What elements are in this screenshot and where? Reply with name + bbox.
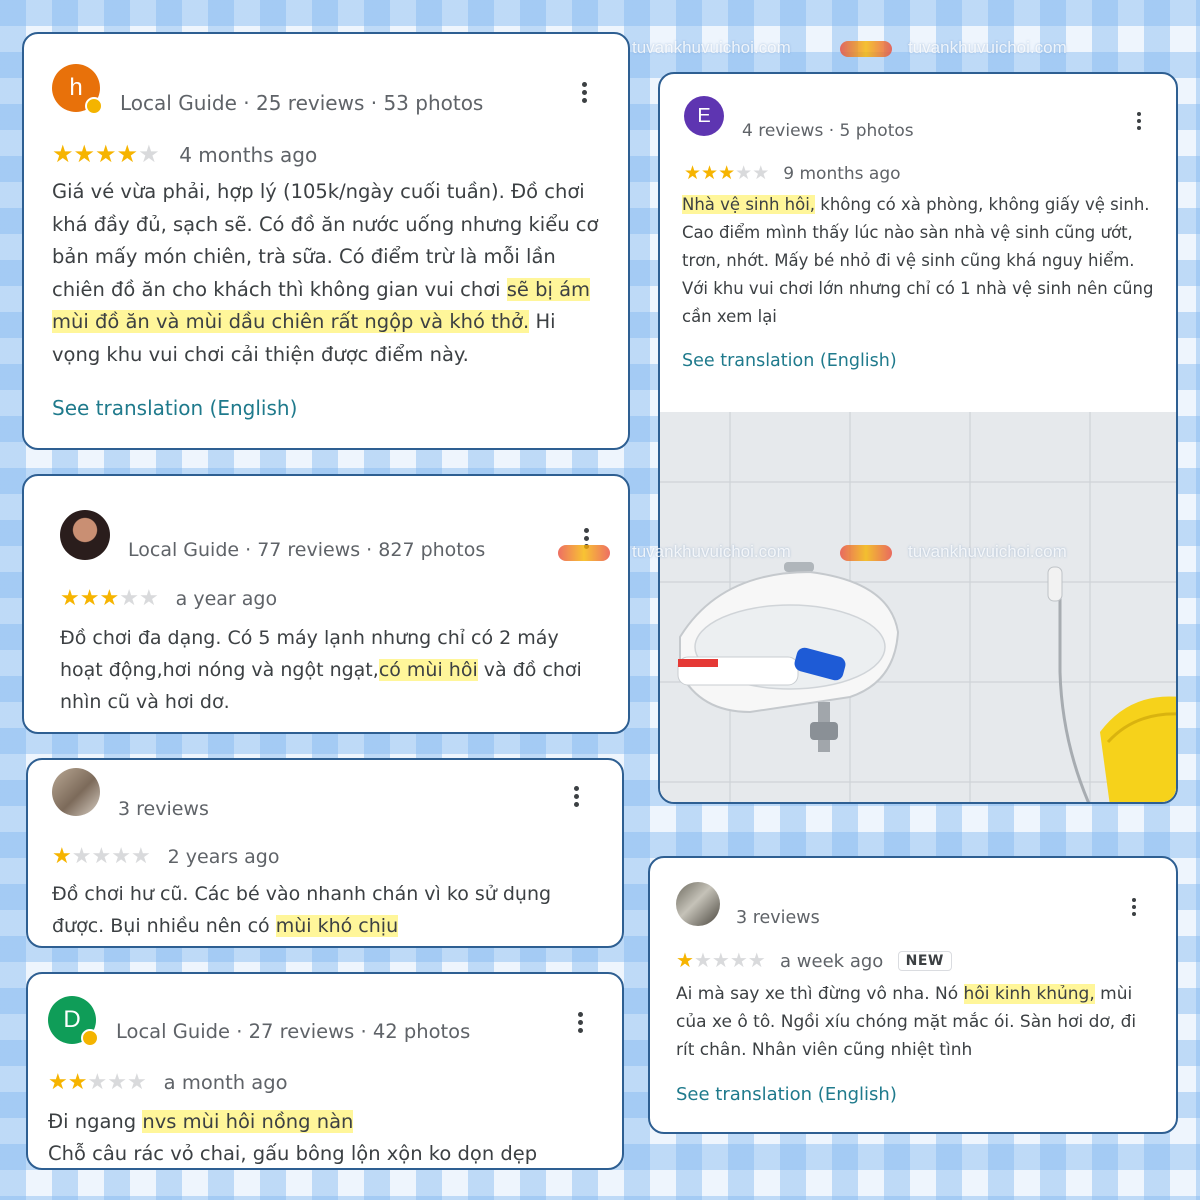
review-text: Giá vé vừa phải, hợp lý (105k/ngày cuối … (52, 180, 599, 366)
star-icon: ★ (735, 162, 753, 184)
review-card: E 4 reviews · 5 photos ★★★★★ 9 months ag… (658, 72, 1178, 804)
review-card: 3 reviews ★★★★★ a week ago NEW Ai mà say… (648, 856, 1178, 1134)
star-icon: ★ (95, 140, 117, 168)
star-rating: ★★★★★ a month ago (48, 1072, 288, 1094)
avatar[interactable]: D (48, 996, 99, 1047)
review-time: a week ago (780, 951, 884, 972)
reviewer-meta: 4 reviews · 5 photos (742, 121, 914, 141)
review-text: Ai mà say xe thì đừng vô nha. Nó hôi kin… (676, 984, 1137, 1060)
star-icon: ★ (119, 586, 139, 611)
star-icon: ★ (116, 140, 139, 168)
review-card: D Local Guide · 27 reviews · 42 photos ★… (26, 972, 624, 1170)
star-icon: ★ (67, 1070, 88, 1095)
highlighted-text: mùi khó chịu (275, 915, 399, 937)
star-icon: ★ (684, 162, 702, 184)
more-options-icon[interactable] (1130, 898, 1138, 919)
more-options-icon[interactable] (580, 82, 588, 106)
star-icon: ★ (130, 844, 151, 869)
more-options-icon[interactable] (572, 786, 580, 810)
star-rating: ★★★★★ 9 months ago (684, 164, 901, 183)
review-text: Đồ chơi đa dạng. Có 5 máy lạnh nhưng chỉ… (60, 627, 582, 713)
star-rating: ★★★★★ a week ago NEW (676, 950, 952, 971)
star-icon: ★ (138, 140, 160, 168)
watermark-logo (558, 545, 610, 561)
highlighted-text: nvs mùi hôi nồng nàn (142, 1110, 354, 1133)
star-icon: ★ (126, 1070, 147, 1095)
reviewer-meta: Local Guide · 77 reviews · 827 photos (128, 539, 486, 561)
highlighted-text: có mùi hôi (378, 659, 478, 681)
review-time: 2 years ago (167, 846, 280, 868)
star-icon: ★ (60, 586, 80, 611)
star-icon: ★ (729, 948, 748, 972)
star-icon: ★ (711, 948, 730, 972)
star-icon: ★ (91, 844, 112, 869)
star-icon: ★ (52, 844, 72, 869)
more-options-icon[interactable] (1135, 112, 1143, 133)
avatar[interactable]: E (684, 96, 724, 136)
star-icon: ★ (73, 140, 96, 168)
star-rating: ★★★★★ 2 years ago (52, 846, 279, 868)
star-icon: ★ (747, 948, 766, 972)
see-translation-link[interactable]: See translation (English) (52, 396, 297, 420)
star-icon: ★ (718, 162, 736, 184)
star-icon: ★ (52, 140, 74, 168)
see-translation-link[interactable]: See translation (English) (682, 351, 897, 371)
star-icon: ★ (676, 948, 694, 972)
avatar[interactable] (52, 768, 100, 816)
new-badge: NEW (897, 951, 952, 971)
star-icon: ★ (87, 1070, 108, 1095)
watermark-text: tuvankhuvuichoi.com (908, 542, 1067, 561)
star-icon: ★ (71, 844, 92, 869)
star-icon: ★ (107, 1070, 127, 1095)
avatar[interactable] (676, 882, 720, 926)
star-icon: ★ (48, 1070, 68, 1095)
avatar[interactable] (60, 510, 110, 560)
review-card: 3 reviews ★★★★★ 2 years ago Đồ chơi hư c… (26, 758, 624, 948)
watermark-text: tuvankhuvuichoi.com (908, 38, 1067, 57)
review-text: Nhà vệ sinh hôi, không có xà phòng, khôn… (682, 195, 1154, 326)
highlighted-text: hôi kinh khủng, (963, 984, 1095, 1004)
review-time: 4 months ago (179, 143, 318, 167)
star-icon: ★ (693, 948, 712, 972)
star-icon: ★ (99, 586, 120, 611)
watermark-text: tuvankhuvuichoi.com (632, 542, 791, 561)
reviewer-meta: 3 reviews (736, 908, 820, 928)
avatar[interactable]: h (52, 64, 103, 115)
reviewer-meta: Local Guide · 25 reviews · 53 photos (120, 91, 484, 115)
watermark-logo (840, 545, 892, 561)
reviewer-meta: Local Guide · 27 reviews · 42 photos (116, 1020, 471, 1043)
star-rating: ★★★★★ a year ago (60, 588, 277, 610)
review-time: a year ago (175, 588, 278, 610)
restroom-sink-photo (660, 412, 1176, 802)
review-time: a month ago (163, 1071, 288, 1094)
reviewer-meta: 3 reviews (118, 798, 209, 820)
more-options-icon[interactable] (576, 1012, 584, 1036)
review-time: 9 months ago (783, 164, 901, 184)
watermark-logo (840, 41, 892, 57)
star-icon: ★ (701, 162, 719, 184)
local-guide-badge-icon (81, 1029, 99, 1047)
star-icon: ★ (138, 586, 159, 611)
see-translation-link[interactable]: See translation (English) (676, 1084, 897, 1105)
review-card: Local Guide · 77 reviews · 827 photos ★★… (22, 474, 630, 734)
star-icon: ★ (752, 162, 770, 184)
star-rating: ★★★★★ 4 months ago (52, 142, 317, 166)
local-guide-badge-icon (85, 97, 103, 115)
review-text: Đồ chơi hư cũ. Các bé vào nhanh chán vì … (52, 883, 552, 937)
watermark-text: tuvankhuvuichoi.com (632, 38, 791, 57)
star-icon: ★ (79, 586, 100, 611)
review-card: h Local Guide · 25 reviews · 53 photos ★… (22, 32, 630, 450)
star-icon: ★ (111, 844, 131, 869)
review-photo[interactable] (660, 412, 1176, 802)
highlighted-text: Nhà vệ sinh hôi, (682, 195, 816, 214)
review-text: Đi ngang nvs mùi hôi nồng nàn Chỗ câu rá… (48, 1110, 538, 1165)
